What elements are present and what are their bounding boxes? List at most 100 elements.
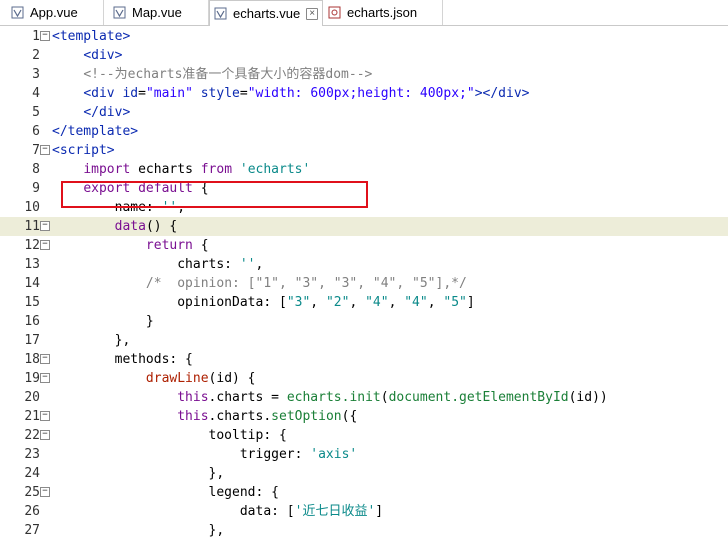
fold-toggle-icon[interactable]: − [40,221,50,231]
code-line[interactable]: 11− data() { [0,217,728,236]
line-number: 26 [24,504,40,519]
code-line[interactable]: 16 } [0,312,728,331]
line-number: 22 [24,428,40,443]
code-line[interactable]: 8 import echarts from 'echarts' [0,160,728,179]
code-line[interactable]: 7− <script> [0,141,728,160]
code-line[interactable]: 22− tooltip: { [0,426,728,445]
code-line[interactable]: 17 }, [0,331,728,350]
code-text: <!--为echarts准备一个具备大小的容器dom--> [83,67,373,82]
code-text: trigger: 'axis' [52,447,358,462]
line-number: 20 [24,390,40,405]
line-number: 14 [24,276,40,291]
line-number: 21 [24,409,40,424]
line-number: 24 [24,466,40,481]
tab-label: Map.vue [132,5,182,20]
code-line[interactable]: 6 </template> [0,122,728,141]
close-tab-icon[interactable]: × [306,7,319,20]
fold-toggle-icon[interactable]: − [40,373,50,383]
code-line[interactable]: 18− methods: { [0,350,728,369]
fold-toggle-icon[interactable]: − [40,430,50,440]
tab-echarts-json[interactable]: echarts.json [323,0,443,25]
code-text: }, [52,523,225,538]
line-number: 11 [24,219,40,234]
code-text: /* opinion: ["1", "3", "3", "4", "5"],*/ [145,276,467,291]
line-number: 13 [24,257,40,272]
code-line[interactable]: 19− drawLine(id) { [0,369,728,388]
code-line[interactable]: 2 <div> [0,46,728,65]
vue-file-icon [112,6,126,20]
code-text: tooltip: { [52,428,287,443]
code-editor[interactable]: 1− <template> 2 <div> 3 <!--为echarts准备一个具备大… [0,26,728,540]
line-number: 19 [24,371,40,386]
line-number: 10 [24,200,40,215]
code-line[interactable]: 24 }, [0,464,728,483]
line-number: 16 [24,314,40,329]
code-text: opinionData: ["3", "2", "4", "4", "5"] [52,295,475,310]
line-number: 3 [32,67,40,82]
fold-toggle-icon[interactable]: − [40,487,50,497]
code-text: </template> [52,124,139,139]
fold-toggle-icon[interactable]: − [40,240,50,250]
line-number: 7 [32,143,40,158]
tab-label: echarts.json [347,5,418,20]
line-number: 8 [32,162,40,177]
line-number: 5 [32,105,40,120]
json-file-icon [327,6,341,20]
tab-label: App.vue [30,5,78,20]
line-number: 17 [24,333,40,348]
vue-file-icon [213,7,227,21]
code-text: drawLine(id) { [145,371,256,386]
code-text: methods: { [52,352,193,367]
code-line[interactable]: 4 <div id="main" style="width: 600px;hei… [0,84,728,103]
annotation-box [61,181,368,208]
code-line[interactable]: 14 /* opinion: ["1", "3", "3", "4", "5"]… [0,274,728,293]
code-text: </div> [83,105,131,120]
code-line[interactable]: 27 }, [0,521,728,540]
tab-label: echarts.vue [233,6,301,21]
code-line[interactable]: 3 <!--为echarts准备一个具备大小的容器dom--> [0,65,728,84]
tab-app-vue[interactable]: App.vue [0,0,104,25]
fold-toggle-icon[interactable]: − [40,354,50,364]
code-text: this.charts.setOption({ [177,409,358,424]
code-text: <script> [52,143,115,158]
fold-toggle-icon[interactable]: − [40,145,50,155]
code-text: <div> [83,48,123,63]
code-line[interactable]: 20 this.charts = echarts.init(document.g… [0,388,728,407]
line-number: 1 [32,29,40,44]
code-line[interactable]: 12− return { [0,236,728,255]
code-line[interactable]: 13 charts: '', [0,255,728,274]
line-number: 12 [24,238,40,253]
code-line[interactable]: 5 </div> [0,103,728,122]
line-number: 27 [24,523,40,538]
code-text: import echarts from 'echarts' [83,162,311,177]
code-line[interactable]: 25− legend: { [0,483,728,502]
line-number: 6 [32,124,40,139]
tab-map-vue[interactable]: Map.vue [104,0,209,25]
line-number: 25 [24,485,40,500]
code-text: <div id="main" style="width: 600px;heigh… [83,86,530,101]
line-number: 9 [32,181,40,196]
code-line[interactable]: 23 trigger: 'axis' [0,445,728,464]
code-text: return { [145,238,209,253]
code-text: }, [52,333,131,348]
code-text: } [52,314,154,329]
line-number: 15 [24,295,40,310]
code-text: data() { [114,219,178,234]
code-text: data: ['近七日收益'] [52,504,384,519]
code-text: <template> [52,29,131,44]
code-text: charts: '', [52,257,264,272]
code-line[interactable]: 21− this.charts.setOption({ [0,407,728,426]
vue-file-icon [10,6,24,20]
tab-echarts-vue[interactable]: echarts.vue × [209,0,323,26]
code-text: legend: { [52,485,279,500]
fold-toggle-icon[interactable]: − [40,411,50,421]
code-line[interactable]: 26 data: ['近七日收益'] [0,502,728,521]
code-line[interactable]: 1− <template> [0,27,728,46]
fold-toggle-icon[interactable]: − [40,31,50,41]
code-text: }, [52,466,225,481]
editor-tab-bar: App.vue Map.vue echarts.vue × echarts.js… [0,0,728,26]
line-number: 2 [32,48,40,63]
code-line[interactable]: 15 opinionData: ["3", "2", "4", "4", "5"… [0,293,728,312]
line-number: 18 [24,352,40,367]
code-text: this.charts = echarts.init(document.getE… [177,390,608,405]
